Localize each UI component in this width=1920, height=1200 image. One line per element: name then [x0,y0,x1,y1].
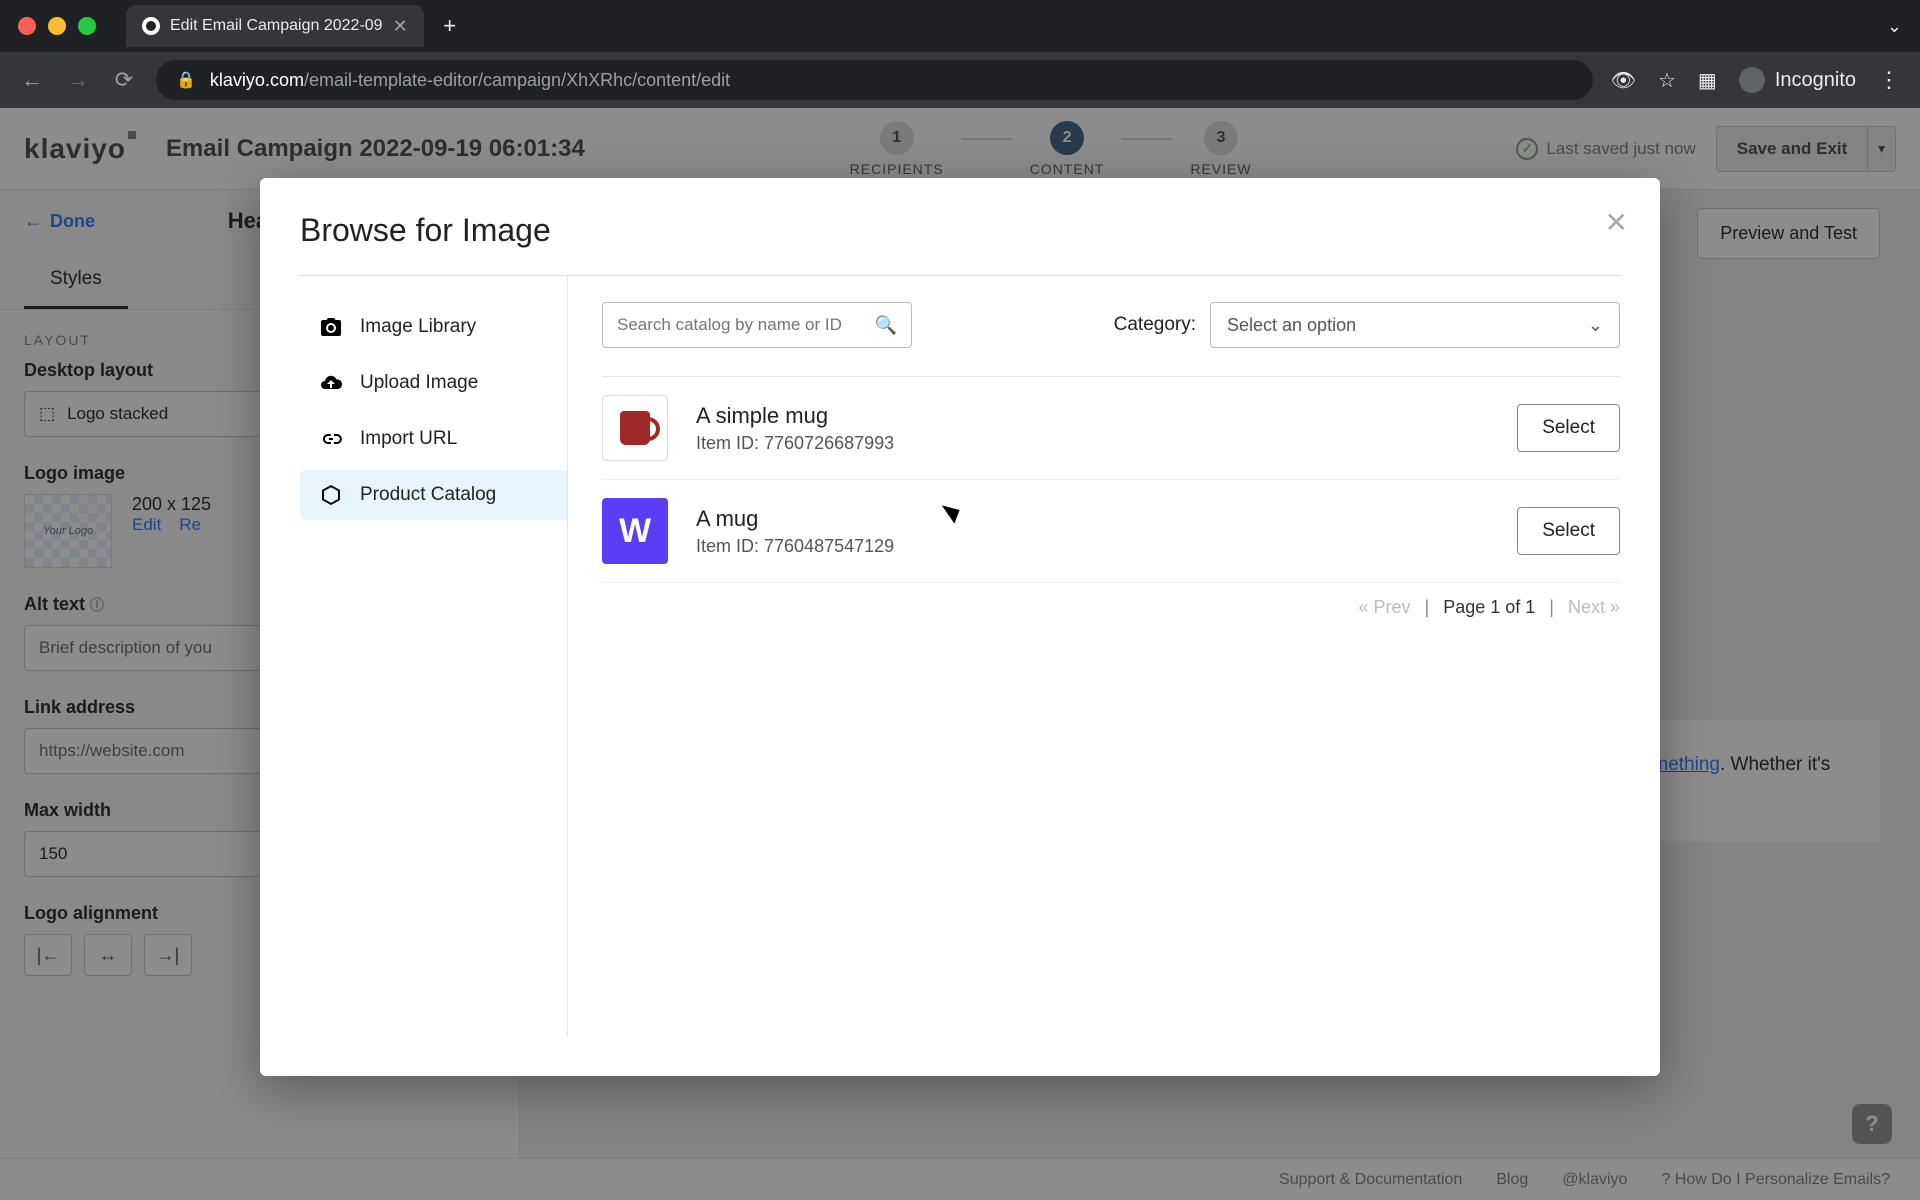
search-icon[interactable]: 🔍 [875,315,897,336]
category-value: Select an option [1227,315,1356,336]
modal-overlay[interactable]: Browse for Image ✕ Image Library Upload … [0,108,1920,1200]
catalog-search[interactable]: 🔍 [602,302,912,348]
select-product-button[interactable]: Select [1517,404,1620,452]
lock-icon: 🔒 [176,70,196,90]
pager-next: Next » [1568,597,1620,618]
url-host: klaviyo.com [210,70,304,90]
extensions-icon[interactable]: ▦ [1698,68,1717,93]
tabs-chevron-down-icon[interactable]: ⌄ [1887,16,1902,37]
chevron-down-icon: ⌄ [1588,315,1603,336]
product-row: W A mug Item ID: 7760487547129 Select [602,480,1620,583]
window-close-icon[interactable] [18,17,36,35]
box-icon [318,484,344,506]
modal-title: Browse for Image [300,212,1620,249]
product-id: Item ID: 7760487547129 [696,536,1489,557]
browser-chrome: Edit Email Campaign 2022-09 ✕ + ⌄ ← → ⟳ … [0,0,1920,108]
modal-close-icon[interactable]: ✕ [1605,206,1628,239]
tab-strip: Edit Email Campaign 2022-09 ✕ + ⌄ [0,0,1920,52]
address-bar-row: ← → ⟳ 🔒 klaviyo.com/email-template-edito… [0,52,1920,108]
eye-off-icon[interactable]: 👁 [1611,68,1636,93]
modal-sidebar: Image Library Upload Image Import URL Pr… [300,276,568,1036]
sidebar-item-product-catalog[interactable]: Product Catalog [300,470,567,520]
pagination: « Prev | Page 1 of 1 | Next » [602,597,1620,618]
product-thumbnail: W [602,498,668,564]
category-select[interactable]: Select an option ⌄ [1210,302,1620,348]
modal-main: 🔍 Category: Select an option ⌄ A simpl [568,276,1620,1036]
nav-back-icon[interactable]: ← [18,67,46,93]
select-product-button[interactable]: Select [1517,507,1620,555]
category-label: Category: [1114,314,1196,336]
sidebar-item-image-library[interactable]: Image Library [300,302,567,352]
nav-forward-icon: → [64,67,92,93]
browser-menu-icon[interactable]: ⋮ [1878,67,1902,93]
link-icon [318,428,344,450]
product-row: A simple mug Item ID: 7760726687993 Sele… [602,377,1620,480]
tab-close-icon[interactable]: ✕ [393,16,408,37]
bookmark-star-icon[interactable]: ☆ [1658,68,1676,93]
sidebar-item-label: Image Library [360,316,476,338]
address-bar[interactable]: 🔒 klaviyo.com/email-template-editor/camp… [156,60,1593,100]
camera-icon [318,316,344,338]
url-path: /email-template-editor/campaign/XhXRhc/c… [304,70,730,90]
browse-image-modal: Browse for Image ✕ Image Library Upload … [260,178,1660,1076]
product-id: Item ID: 7760726687993 [696,433,1489,454]
sidebar-item-label: Product Catalog [360,484,496,506]
incognito-indicator: Incognito [1739,67,1856,93]
nav-reload-icon[interactable]: ⟳ [110,67,138,93]
product-thumbnail [602,395,668,461]
sidebar-item-label: Upload Image [360,372,478,394]
product-name: A mug [696,506,1489,532]
pager-page-indicator: Page 1 of 1 [1443,597,1535,618]
new-tab-button[interactable]: + [434,10,466,42]
catalog-search-input[interactable] [617,315,875,335]
tab-title: Edit Email Campaign 2022-09 [170,17,383,35]
window-controls [18,17,96,35]
window-zoom-icon[interactable] [78,17,96,35]
sidebar-item-import-url[interactable]: Import URL [300,414,567,464]
window-minimize-icon[interactable] [48,17,66,35]
browser-tab[interactable]: Edit Email Campaign 2022-09 ✕ [126,5,424,47]
incognito-label: Incognito [1775,69,1856,92]
incognito-icon [1739,67,1765,93]
mug-icon [620,411,650,445]
cloud-upload-icon [318,372,344,394]
sidebar-item-upload-image[interactable]: Upload Image [300,358,567,408]
pager-prev: « Prev [1358,597,1410,618]
logo-w-icon: W [619,512,651,551]
sidebar-item-label: Import URL [360,428,457,450]
tab-favicon-icon [142,17,160,35]
product-name: A simple mug [696,403,1489,429]
